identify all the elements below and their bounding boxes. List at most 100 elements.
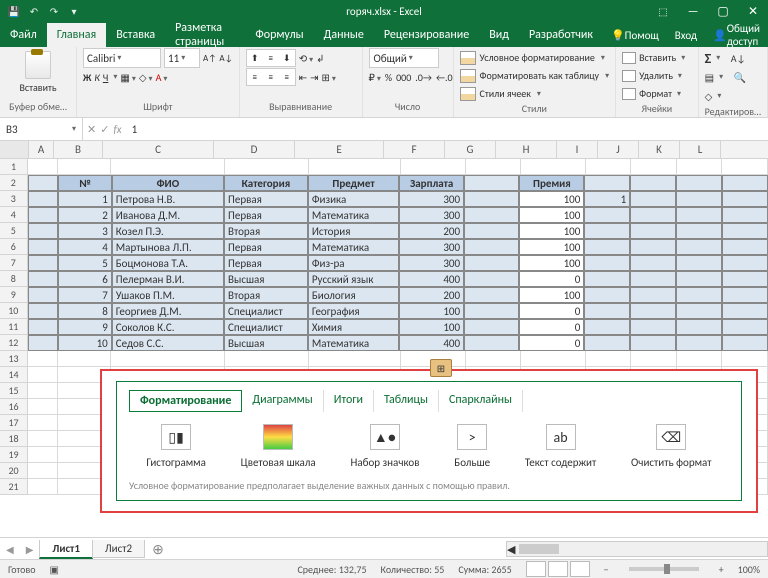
cell[interactable]: Георгиев Д.М. (112, 303, 224, 319)
qa-opt-greater[interactable]: >Больше (454, 424, 490, 469)
col-header[interactable]: F (384, 141, 445, 158)
cell[interactable] (521, 351, 586, 367)
cell[interactable]: Специалист (224, 319, 308, 335)
col-header[interactable]: A (29, 141, 54, 158)
cell[interactable]: Мартынова Л.П. (112, 239, 224, 255)
cell[interactable] (28, 271, 59, 287)
align-top-icon[interactable]: ⬆ (247, 50, 263, 66)
cell[interactable]: Первая (224, 239, 308, 255)
cell[interactable] (309, 351, 401, 367)
col-header[interactable]: G (445, 141, 496, 158)
cell[interactable] (722, 223, 768, 239)
cell[interactable]: Премия (519, 175, 584, 191)
formula-input[interactable]: 1 (126, 123, 768, 136)
cell[interactable] (630, 175, 676, 191)
cell[interactable]: ФИО (112, 175, 224, 191)
cell[interactable] (28, 223, 59, 239)
cell[interactable]: 3 (58, 223, 111, 239)
orientation-icon[interactable]: ⟲▾ (299, 52, 313, 65)
help-button[interactable]: 💡 Помощ (603, 23, 667, 47)
font-color-icon[interactable]: A▾ (156, 71, 168, 84)
cell[interactable] (464, 303, 519, 319)
cell[interactable]: 100 (519, 239, 584, 255)
font-size-select[interactable]: 11▾ (164, 48, 200, 68)
cell[interactable] (630, 255, 676, 271)
row-header[interactable]: 8 (0, 271, 28, 287)
row-header[interactable]: 11 (0, 319, 28, 335)
cell[interactable]: 300 (399, 207, 464, 223)
bold-button[interactable]: Ж (83, 71, 91, 84)
indent-decrease-icon[interactable]: ⇤ (299, 71, 307, 84)
qa-opt-colorscale[interactable]: Цветовая шкала (241, 424, 316, 469)
tab-view[interactable]: Вид (479, 23, 519, 47)
cell[interactable] (631, 159, 677, 175)
cell[interactable]: География (308, 303, 399, 319)
decrease-decimal-icon[interactable]: ←.0 (436, 71, 453, 84)
cell[interactable] (28, 335, 59, 351)
cell[interactable]: Первая (224, 255, 308, 271)
cell[interactable]: Петрова Н.В. (112, 191, 224, 207)
cell[interactable]: 100 (519, 255, 584, 271)
font-name-select[interactable]: Calibri▾ (83, 48, 161, 68)
increase-decimal-icon[interactable]: .0→ (415, 71, 432, 84)
cell[interactable] (630, 191, 676, 207)
cell[interactable] (466, 351, 521, 367)
cell[interactable]: Первая (224, 207, 308, 223)
indent-increase-icon[interactable]: ⇥ (310, 71, 318, 84)
close-icon[interactable]: ✕ (738, 0, 768, 23)
cell[interactable] (676, 287, 722, 303)
cell[interactable] (28, 367, 58, 383)
align-bottom-icon[interactable]: ⬇ (279, 50, 295, 66)
tab-file[interactable]: Файл (0, 23, 47, 47)
cell[interactable] (630, 207, 676, 223)
cell[interactable] (464, 223, 519, 239)
cell[interactable]: 2 (58, 207, 111, 223)
align-right-icon[interactable]: ≡ (279, 69, 295, 85)
autosum-icon[interactable]: Σ (705, 50, 712, 67)
cell[interactable] (584, 239, 630, 255)
qa-tab-charts[interactable]: Диаграммы (242, 390, 323, 412)
col-header[interactable]: E (295, 141, 384, 158)
cell[interactable] (676, 255, 722, 271)
qa-tab-sparklines[interactable]: Спарклайны (439, 390, 523, 412)
wrap-text-icon[interactable]: ↲ (316, 52, 324, 65)
normal-view-icon[interactable] (526, 561, 546, 577)
cell[interactable] (584, 255, 630, 271)
sheet-nav-prev-icon[interactable]: ◀ (0, 543, 20, 556)
cell[interactable] (521, 159, 586, 175)
cell[interactable] (722, 175, 768, 191)
cell[interactable] (584, 303, 630, 319)
cell[interactable]: История (308, 223, 399, 239)
cell[interactable] (677, 351, 723, 367)
cell[interactable]: 0 (519, 271, 584, 287)
cell[interactable]: Специалист (224, 303, 308, 319)
cell[interactable] (630, 239, 676, 255)
cell[interactable]: 0 (519, 335, 584, 351)
cell[interactable] (28, 351, 58, 367)
cell[interactable] (28, 175, 59, 191)
cell[interactable] (464, 287, 519, 303)
cell[interactable]: Предмет (308, 175, 399, 191)
tab-insert[interactable]: Вставка (106, 23, 165, 47)
quick-analysis-icon[interactable]: ⊞ (430, 359, 452, 377)
cell[interactable] (225, 351, 309, 367)
cell[interactable] (28, 319, 59, 335)
sheet-nav-next-icon[interactable]: ▶ (20, 543, 40, 556)
cell[interactable]: 4 (58, 239, 111, 255)
qa-opt-iconset[interactable]: ▲●Набор значков (350, 424, 419, 469)
cell[interactable]: Вторая (224, 223, 308, 239)
cell[interactable] (464, 255, 519, 271)
cell[interactable]: 100 (399, 319, 464, 335)
cell[interactable] (676, 239, 722, 255)
cell[interactable]: Категория (224, 175, 308, 191)
increase-font-icon[interactable]: A↑ (203, 53, 216, 64)
cell[interactable] (58, 159, 111, 175)
cell[interactable] (584, 271, 630, 287)
currency-icon[interactable]: ₽▾ (369, 71, 381, 84)
row-header[interactable]: 6 (0, 239, 28, 255)
cell[interactable]: Иванова Д.М. (112, 207, 224, 223)
row-header[interactable]: 15 (0, 383, 28, 399)
sort-filter-icon[interactable]: A↓ (731, 52, 746, 65)
tab-formulas[interactable]: Формулы (245, 23, 313, 47)
cell[interactable]: 0 (519, 303, 584, 319)
